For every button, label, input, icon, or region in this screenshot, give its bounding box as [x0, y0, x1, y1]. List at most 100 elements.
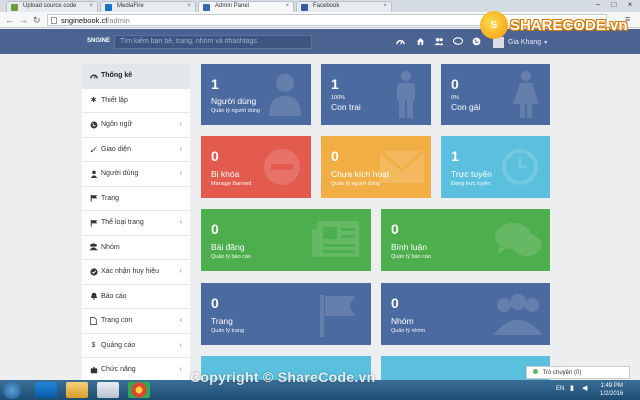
sidebar-item-badge-verification[interactable]: Xác nhận huy hiệu ‹ [82, 260, 190, 285]
chat-bar[interactable]: Trò chuyện (0) [526, 366, 630, 379]
card-inactive[interactable]: 0 Chưa kích hoạt Quản lý người dùng [321, 136, 431, 198]
card-female[interactable]: 0 0% Con gái [441, 64, 550, 125]
forward-icon[interactable]: → [19, 15, 28, 25]
sidebar-item-languages[interactable]: Ngôn ngữ ‹ [82, 113, 190, 138]
card-partial-right[interactable] [381, 356, 550, 380]
sidebar-item-static-pages[interactable]: Trang con ‹ [82, 309, 190, 334]
online-subtitle: Đang trực tuyến [451, 181, 491, 187]
reload-icon[interactable]: ↻ [33, 15, 41, 26]
pages-subtitle: Quản lý trang [211, 328, 245, 334]
clock[interactable]: 1:49 PM 1/2/2016 [600, 382, 623, 398]
sidebar-item-users[interactable]: Người dùng ‹ [82, 162, 190, 187]
female-count: 0 [451, 76, 459, 92]
chevron-left-icon: ‹ [179, 170, 182, 178]
globe-icon [89, 120, 98, 129]
card-male[interactable]: 1 100% Con trai [321, 64, 431, 125]
home-icon[interactable] [416, 37, 425, 46]
tab-label: Facebook [313, 3, 340, 9]
male-count: 1 [331, 76, 339, 92]
minimize-icon[interactable]: – [590, 0, 606, 9]
close-icon[interactable]: × [383, 3, 387, 9]
card-comments[interactable]: 0 Bình luận Quản lý báo cáo [381, 209, 550, 271]
messages-icon[interactable] [452, 37, 464, 46]
users-title: Người dùng [211, 96, 257, 106]
tab-admin-panel[interactable]: Admin Panel × [198, 1, 294, 12]
folder-icon[interactable] [66, 382, 88, 398]
flag-icon [320, 295, 355, 337]
card-posts[interactable]: 0 Bài đăng Quản lý báo cáo [201, 209, 371, 271]
url-domain: snginebook.cf [61, 16, 108, 25]
chevron-left-icon: ‹ [179, 268, 182, 276]
sidebar-item-label: Ngôn ngữ [101, 121, 133, 129]
window-close-icon[interactable]: × [622, 0, 638, 9]
sidebar-item-themes[interactable]: Giao diện ‹ [82, 138, 190, 162]
sidebar-item-ads[interactable]: $ Quảng cáo ‹ [82, 334, 190, 358]
sidebar-item-reports[interactable]: Báo cáo [82, 285, 190, 309]
chevron-left-icon: ‹ [179, 317, 182, 325]
banned-subtitle: Manage Banned [211, 181, 252, 187]
clock-date: 1/2/2016 [600, 391, 624, 397]
inactive-subtitle: Quản lý người dùng [331, 181, 380, 187]
back-icon[interactable]: ← [5, 15, 14, 25]
ie-icon[interactable] [35, 382, 57, 398]
brand-logo[interactable]: SNGINE [87, 38, 110, 44]
sidebar-item-label: Trang con [101, 317, 133, 325]
dashboard-icon[interactable] [396, 37, 405, 46]
user-icon [89, 169, 98, 178]
chrome-icon[interactable] [128, 382, 150, 398]
search-input[interactable]: Tìm kiếm bạn bè, trang, nhóm và #hashtag… [114, 35, 312, 49]
card-groups[interactable]: 0 Nhóm Quản lý nhóm [381, 283, 550, 345]
sidebar-item-features[interactable]: Chức năng ‹ [82, 358, 190, 380]
page-icon [51, 17, 57, 24]
tab-upload-source-code[interactable]: Upload source code × [6, 1, 98, 12]
sidebar-item-groups[interactable]: Nhóm [82, 236, 190, 260]
sidebar-item-label: Người dùng [101, 170, 139, 178]
volume-icon[interactable]: ◀ [582, 384, 587, 392]
comments-icon [495, 223, 542, 256]
clock-icon [502, 149, 538, 185]
group-icon [493, 294, 543, 335]
users-subtitle: Quản lý người dùng [211, 108, 260, 114]
sidebar-item-settings[interactable]: ✱ Thiết lập [82, 89, 190, 113]
puzzle-icon [89, 365, 98, 374]
media-player-icon[interactable] [97, 382, 119, 398]
chevron-left-icon: ‹ [179, 366, 182, 374]
sidebar-item-statistics[interactable]: Thống kê [82, 64, 190, 89]
language-indicator[interactable]: EN [556, 386, 564, 392]
close-icon[interactable]: × [89, 3, 93, 9]
sidebar-item-label: Báo cáo [101, 292, 127, 300]
card-pages[interactable]: 0 Trang Quản lý trang [201, 283, 371, 345]
sidebar-item-label: Trang [101, 194, 120, 202]
comments-count: 0 [391, 221, 399, 237]
sidebar-item-label: Thiết lập [101, 96, 128, 104]
female-title: Con gái [451, 102, 481, 112]
friends-icon[interactable] [434, 37, 444, 46]
start-button[interactable] [3, 381, 21, 399]
close-icon[interactable]: × [285, 3, 289, 9]
sidebar-item-pages[interactable]: Trang [82, 187, 190, 211]
female-icon [513, 71, 539, 118]
bell-icon [89, 292, 98, 301]
inactive-title: Chưa kích hoạt [331, 169, 390, 179]
maximize-icon[interactable]: □ [606, 0, 622, 9]
banned-title: Bị khóa [211, 169, 240, 179]
online-title: Trực tuyến [451, 169, 492, 179]
card-users[interactable]: 1 Người dùng Quản lý người dùng [201, 64, 311, 125]
check-circle-icon [89, 267, 98, 276]
pages-title: Trang [211, 316, 233, 326]
admin-sidebar: Thống kê ✱ Thiết lập Ngôn ngữ ‹ Giao diệ… [82, 64, 190, 380]
card-online[interactable]: 1 Trực tuyến Đang trực tuyến [441, 136, 550, 198]
posts-count: 0 [211, 221, 219, 237]
sidebar-item-page-categories[interactable]: Thể loại trang ‹ [82, 211, 190, 236]
groups-subtitle: Quản lý nhóm [391, 328, 426, 334]
gear-icon: ✱ [90, 97, 97, 105]
tab-facebook[interactable]: Facebook × [296, 1, 392, 12]
sidebar-item-label: Thể loại trang [101, 219, 144, 227]
chat-label: Trò chuyện (0) [542, 370, 582, 376]
network-icon[interactable]: ▮ [570, 384, 574, 392]
newspaper-icon [312, 221, 359, 257]
close-icon[interactable]: × [187, 3, 191, 9]
user-icon [269, 74, 301, 116]
tab-mediafire[interactable]: MediaFire × [100, 1, 196, 12]
card-banned[interactable]: 0 Bị khóa Manage Banned [201, 136, 311, 198]
